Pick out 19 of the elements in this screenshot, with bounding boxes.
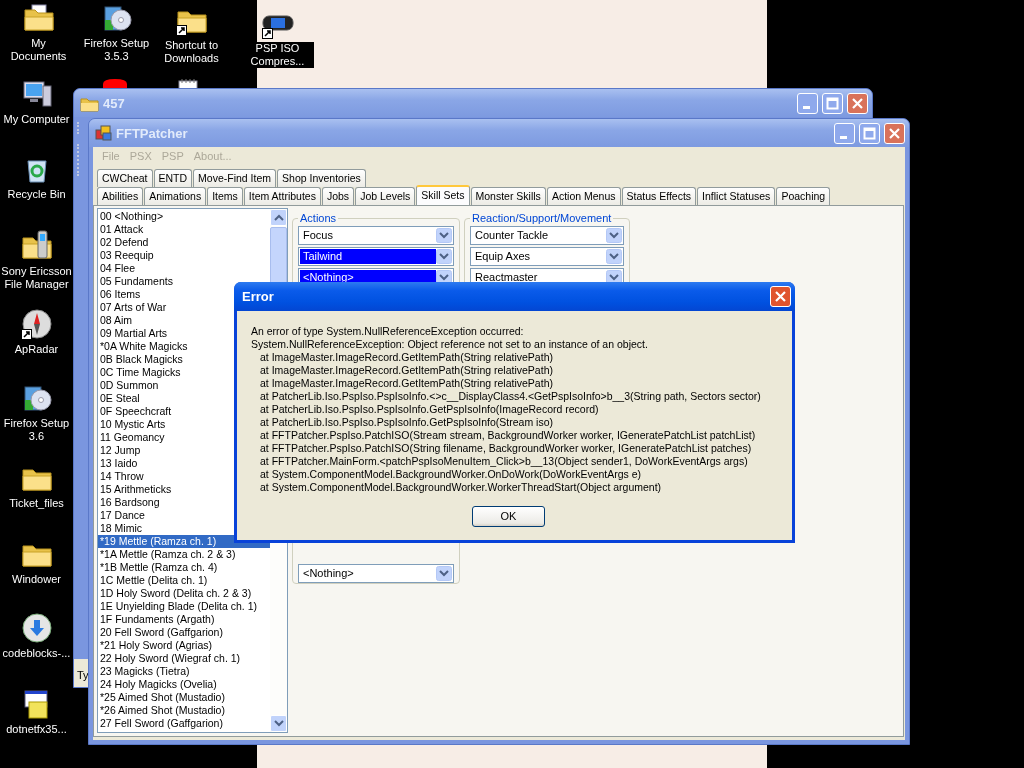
error-detail-line: at ImageMaster.ImageRecord.GetItemPath(String relativePath) bbox=[259, 377, 554, 390]
status-text: Ty bbox=[77, 669, 89, 681]
error-detail-line: at PatcherLib.Iso.PspIso.PspIsoInfo.GetPspIsoInfo(Stream iso) bbox=[259, 416, 554, 429]
group-title: Actions bbox=[299, 212, 338, 225]
error-detail-line: at PatcherLib.Iso.PspIso.PspIsoInfo.<>c__DisplayClass4.<GetPspIsoInfo>b__3(String path, Sectors sector) bbox=[259, 390, 762, 403]
error-detail-line: at ImageMaster.ImageRecord.GetItemPath(String relativePath) bbox=[259, 364, 554, 377]
error-detail-line: at System.ComponentModel.BackgroundWorker.OnDoWork(DoWorkEventArgs e) bbox=[259, 468, 643, 481]
error-detail-line: at PatcherLib.Iso.PspIso.PspIsoInfo.GetPspIsoInfo(ImageRecord record) bbox=[259, 403, 600, 416]
window-title: 457 bbox=[103, 96, 126, 110]
error-detail-line: at ImageMaster.ImageRecord.GetItemPath(String relativePath) bbox=[259, 351, 554, 364]
error-detail-line: at FFTPatcher.PspIso.PatchISO(String filename, BackgroundWorker worker, IGeneratePatchList patches) bbox=[259, 442, 753, 455]
error-detail-line: at System.ComponentModel.BackgroundWorker.WorkerThreadStart(Object argument) bbox=[259, 481, 663, 494]
error-detail-line: at FFTPatcher.PspIso.PatchISO(Stream stream, BackgroundWorker worker, IGeneratePatchList patchList) bbox=[259, 429, 757, 442]
group-title: Reaction/Support/Movement bbox=[471, 212, 613, 225]
error-detail-line: An error of type System.NullReferenceException occurred: bbox=[251, 325, 525, 338]
error-detail-line: System.NullReferenceException: Object reference not set to an instance of an object. bbox=[251, 338, 649, 351]
error-detail-line: at FFTPatcher.MainForm.<patchPspIsoMenuItem_Click>b__13(Object sender1, DoWorkEventArgs args) bbox=[259, 455, 749, 468]
window-title: FFTPatcher bbox=[116, 126, 189, 140]
dialog-title: Error bbox=[242, 290, 275, 303]
